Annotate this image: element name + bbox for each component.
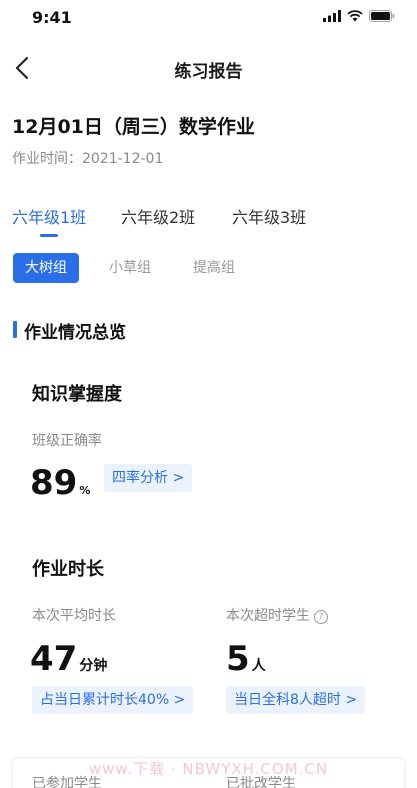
homework-time: 作业时间：2021-12-01: [12, 151, 164, 167]
tab-class-1[interactable]: 六年级1班: [12, 204, 86, 228]
help-icon[interactable]: ?: [314, 610, 328, 624]
joined-students-label: 已参加学生: [32, 776, 102, 788]
accuracy-number: 89: [30, 463, 78, 503]
practice-report-screen: 9:41 练习报告 12月01日（周三）数学作业 作业时间：2021-12-01…: [0, 0, 417, 788]
status-icons: [323, 10, 395, 22]
page-title: 练习报告: [174, 62, 243, 82]
daily-overtime-link[interactable]: 当日全科8人超时 >: [226, 686, 366, 714]
four-rate-analysis-link[interactable]: 四率分析 >: [104, 464, 193, 492]
avg-duration-label: 本次平均时长: [32, 608, 116, 624]
avg-duration-value: 47 分钟: [30, 642, 107, 676]
overtime-unit: 人: [251, 658, 266, 674]
class-tabs: 六年级1班 六年级2班 六年级3班: [0, 200, 417, 244]
overtime-students-value: 5人: [226, 642, 266, 676]
battery-icon: [369, 10, 395, 22]
tab-active-indicator: [40, 234, 58, 237]
group-chip-datree[interactable]: 大树组: [13, 253, 79, 283]
homework-duration-title: 作业时长: [32, 559, 104, 580]
daily-total-share-link[interactable]: 占当日累计时长40% >: [32, 686, 194, 714]
graded-students-label: 已批改学生: [226, 776, 296, 788]
group-chip-xiaocao[interactable]: 小草组: [97, 253, 163, 283]
class-accuracy-value: 89%: [30, 466, 90, 500]
section-accent-bar: [13, 321, 17, 338]
cellular-signal-icon: [323, 10, 341, 22]
status-bar: 9:41: [0, 0, 417, 36]
group-chip-tigao[interactable]: 提高组: [181, 253, 247, 283]
overtime-students-label-row: 本次超时学生?: [226, 605, 328, 625]
overtime-number: 5: [226, 639, 250, 679]
avg-duration-number: 47: [30, 639, 78, 679]
knowledge-mastery-title: 知识掌握度: [32, 384, 122, 405]
overtime-students-label: 本次超时学生: [226, 608, 310, 624]
avg-duration-unit: 分钟: [79, 658, 108, 674]
tab-class-2[interactable]: 六年级2班: [121, 204, 195, 228]
accuracy-unit: %: [79, 484, 91, 497]
class-accuracy-label: 班级正确率: [32, 433, 102, 449]
section-title-overview: 作业情况总览: [24, 323, 126, 343]
nav-bar: 练习报告: [0, 44, 417, 92]
homework-title: 12月01日（周三）数学作业: [12, 116, 255, 138]
status-time: 9:41: [32, 8, 72, 27]
tab-class-3[interactable]: 六年级3班: [232, 204, 306, 228]
wifi-icon: [347, 10, 363, 22]
